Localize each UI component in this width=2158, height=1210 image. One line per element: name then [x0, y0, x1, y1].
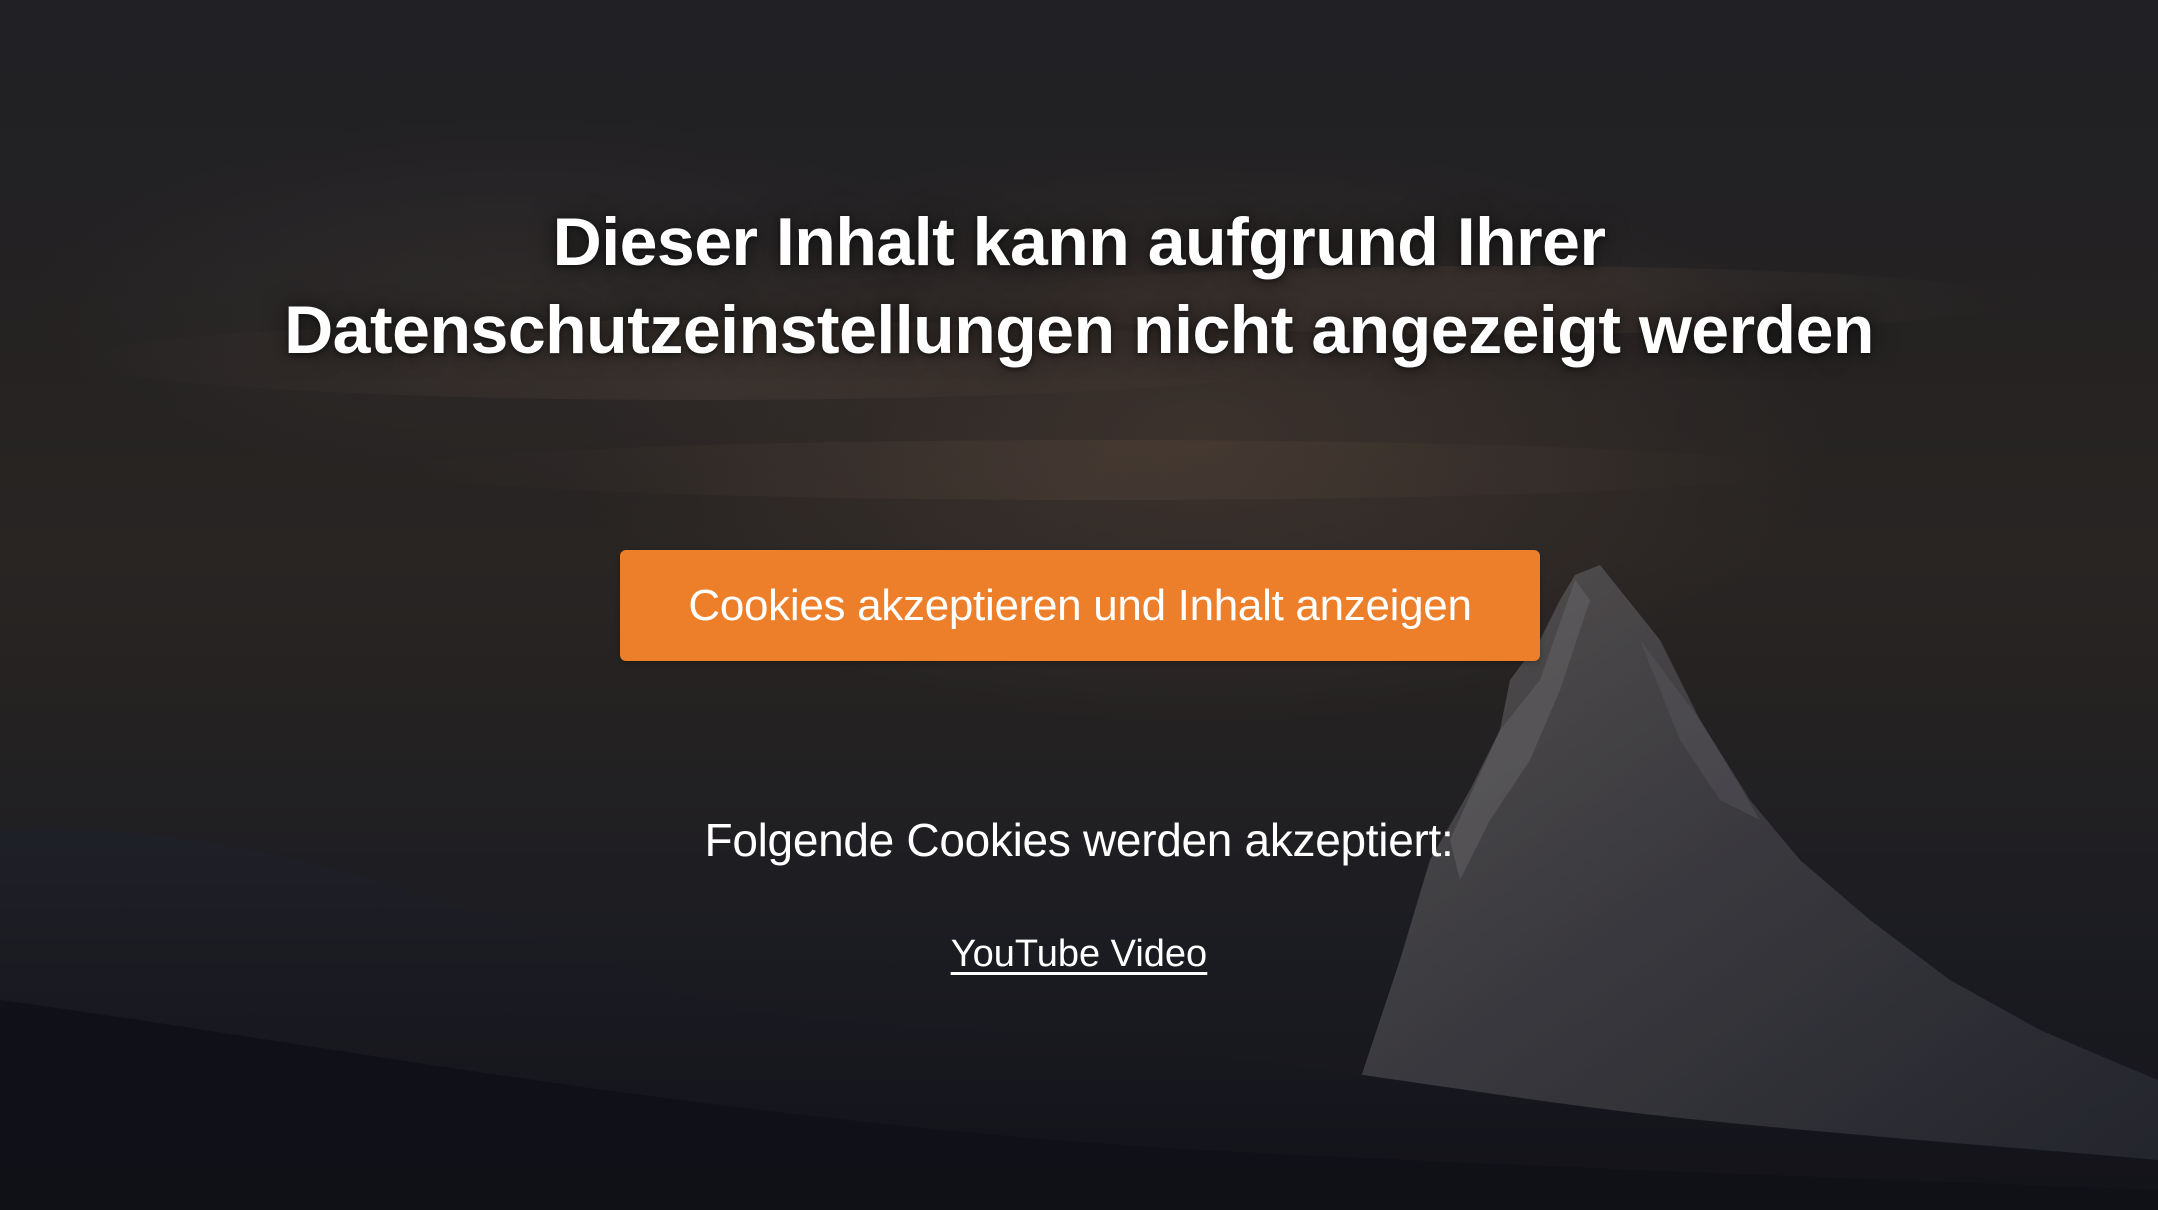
headline-line-2: Datenschutzeinstellungen nicht angezeigt…	[284, 292, 1874, 368]
accept-cookies-button[interactable]: Cookies akzeptieren und Inhalt anzeigen	[620, 550, 1540, 661]
youtube-video-link[interactable]: YouTube Video	[951, 933, 1207, 975]
consent-content: Dieser Inhalt kann aufgrund Ihrer Datens…	[0, 0, 2158, 1210]
accepted-cookies-label: Folgende Cookies werden akzeptiert:	[704, 814, 1454, 866]
privacy-headline: Dieser Inhalt kann aufgrund Ihrer Datens…	[179, 198, 1979, 374]
cookie-list: YouTube Video	[0, 930, 2158, 978]
privacy-placeholder: Dieser Inhalt kann aufgrund Ihrer Datens…	[0, 0, 2158, 1210]
headline-line-1: Dieser Inhalt kann aufgrund Ihrer	[552, 204, 1606, 280]
